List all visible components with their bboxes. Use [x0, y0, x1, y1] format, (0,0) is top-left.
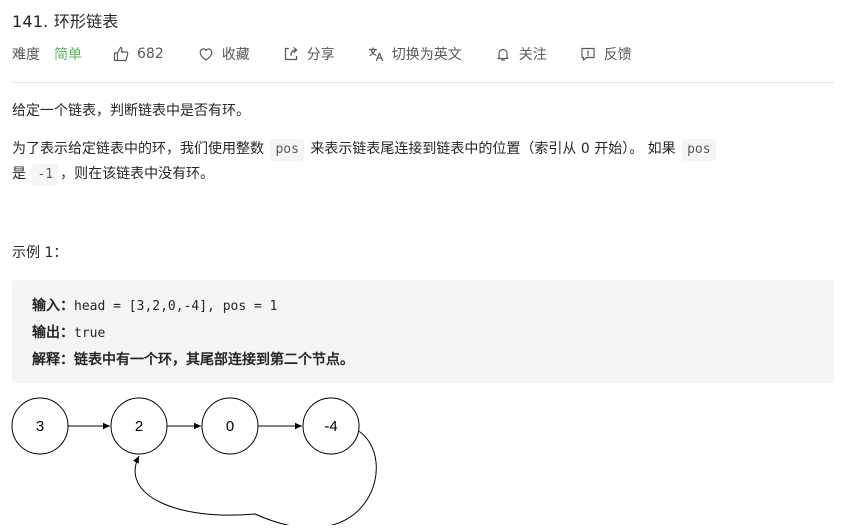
node-label: 3	[36, 418, 44, 435]
explain-value: 链表中有一个环，其尾部连接到第二个节点。	[74, 352, 354, 368]
example-title: 示例 1：	[12, 245, 68, 261]
explain-label: 解释：	[32, 352, 74, 368]
feedback-button[interactable]: 反馈	[580, 44, 632, 64]
thumbs-up-icon	[113, 46, 129, 62]
problem-title: 141. 环形链表	[12, 12, 119, 31]
code-minus-one: -1	[32, 164, 59, 186]
node-label: -4	[324, 418, 337, 435]
translate-button[interactable]: 切换为英文	[368, 44, 462, 64]
feedback-icon	[581, 47, 595, 61]
favorite-label: 收藏	[221, 47, 250, 63]
description-paragraph-1: 给定一个链表，判断链表中是否有环。	[12, 103, 250, 119]
follow-label: 关注	[518, 47, 547, 63]
translate-icon	[368, 47, 383, 62]
output-value: true	[74, 326, 106, 341]
difficulty-label: 难度	[12, 47, 40, 63]
node-label: 2	[135, 418, 143, 435]
like-count: 682	[137, 46, 164, 62]
description-paragraph-2: 为了表示给定链表中的环，我们使用整数 pos 来表示链表尾连接到链表中的位置（索…	[12, 137, 834, 187]
input-value: head = [3,2,0,-4], pos = 1	[74, 299, 278, 314]
divider	[12, 82, 834, 83]
bell-icon	[497, 48, 509, 61]
translate-label: 切换为英文	[391, 47, 462, 63]
example-code-block: 输入：head = [3,2,0,-4], pos = 1 输出：true 解释…	[12, 280, 834, 383]
share-label: 分享	[306, 47, 335, 63]
favorite-button[interactable]: 收藏	[198, 44, 250, 64]
like-button[interactable]: 682	[113, 46, 164, 62]
share-icon	[284, 47, 298, 61]
feedback-label: 反馈	[603, 47, 632, 63]
follow-button[interactable]: 关注	[495, 44, 547, 64]
example-output-line: 输出：true	[32, 320, 814, 347]
output-label: 输出：	[32, 325, 74, 341]
code-pos-2: pos	[682, 139, 716, 161]
heart-icon	[199, 48, 213, 61]
p2-text-2: 来表示链表尾连接到链表中的位置（索引从 0 开始）。 如果	[305, 141, 681, 157]
example-explain-line: 解释：链表中有一个环，其尾部连接到第二个节点。	[32, 347, 814, 373]
input-label: 输入：	[32, 298, 74, 314]
node-label: 0	[226, 418, 234, 435]
p2-text-4: ，则在该链表中没有环。	[60, 166, 215, 182]
share-button[interactable]: 分享	[283, 44, 335, 64]
example-input-line: 输入：head = [3,2,0,-4], pos = 1	[32, 293, 814, 320]
linked-list-diagram: 3 2 0 -4	[11, 397, 377, 525]
p2-text-3: 是	[12, 166, 31, 182]
code-pos-1: pos	[270, 139, 304, 161]
problem-page: 141. 环形链表 难度 简单 682 收藏 分享 切换为英文 关注 反馈 给定…	[0, 0, 849, 528]
p2-text-1: 为了表示给定链表中的环，我们使用整数	[12, 141, 269, 157]
meta-bar: 难度 简单 682 收藏 分享 切换为英文 关注 反馈	[12, 44, 632, 64]
difficulty-value: 简单	[54, 47, 82, 63]
